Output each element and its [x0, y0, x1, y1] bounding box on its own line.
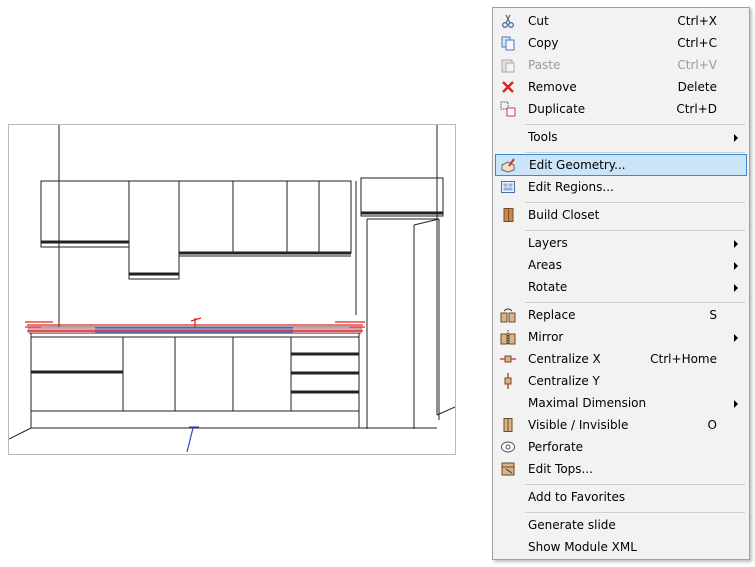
- replace-icon: [500, 308, 516, 323]
- menu-item-generate-slide[interactable]: Generate slide: [495, 514, 747, 536]
- edit-regions-icon: [501, 181, 515, 193]
- menu-item-label: Areas: [528, 258, 562, 272]
- menu-item-tools[interactable]: Tools: [495, 126, 747, 148]
- context-menu: Cut Ctrl+X Copy Ctrl+C Paste Ctrl+V Remo…: [492, 7, 750, 560]
- remove-x-icon: [502, 81, 514, 93]
- menu-item-shortcut: O: [707, 418, 717, 432]
- menu-item-edit-tops[interactable]: Edit Tops...: [495, 458, 747, 480]
- duplicate-icon: [500, 101, 516, 117]
- mirror-icon: [500, 330, 516, 345]
- edit-geometry-icon: [501, 158, 515, 173]
- design-viewport[interactable]: [8, 124, 456, 455]
- menu-item-shortcut: Ctrl+Home: [650, 352, 717, 366]
- menu-item-layers[interactable]: Layers: [495, 232, 747, 254]
- submenu-arrow-icon: [734, 262, 738, 270]
- submenu-arrow-icon: [734, 400, 738, 408]
- menu-separator: [525, 302, 745, 303]
- menu-item-paste: Paste Ctrl+V: [495, 54, 747, 76]
- menu-item-remove[interactable]: Remove Delete: [495, 76, 747, 98]
- menu-item-label: Replace: [528, 308, 576, 322]
- scissors-icon: [502, 14, 514, 28]
- menu-item-show-module-xml[interactable]: Show Module XML: [495, 536, 747, 558]
- menu-item-label: Maximal Dimension: [528, 396, 647, 410]
- menu-item-label: Build Closet: [528, 208, 600, 222]
- menu-item-label: Copy: [528, 36, 559, 50]
- menu-separator: [525, 152, 745, 153]
- menu-item-label: Cut: [528, 14, 549, 28]
- centralize-y-icon: [504, 373, 512, 389]
- build-closet-icon: [503, 208, 514, 222]
- menu-item-label: Add to Favorites: [528, 490, 626, 504]
- menu-item-label: Layers: [528, 236, 568, 250]
- submenu-arrow-icon: [734, 240, 738, 248]
- menu-item-label: Remove: [528, 80, 577, 94]
- menu-item-edit-geometry[interactable]: Edit Geometry...: [495, 154, 747, 176]
- menu-item-shortcut: Delete: [677, 80, 717, 94]
- menu-item-shortcut: Ctrl+C: [677, 36, 717, 50]
- menu-separator: [525, 230, 745, 231]
- menu-item-mirror[interactable]: Mirror: [495, 326, 747, 348]
- menu-item-shortcut: Ctrl+V: [677, 58, 717, 72]
- anchor-marker[interactable]: [186, 426, 199, 453]
- submenu-arrow-icon: [734, 334, 738, 342]
- submenu-arrow-icon: [734, 134, 738, 142]
- menu-item-visible-invisible[interactable]: Visible / Invisible O: [495, 414, 747, 436]
- menu-item-add-to-favorites[interactable]: Add to Favorites: [495, 486, 747, 508]
- menu-item-maximal-dimension[interactable]: Maximal Dimension: [495, 392, 747, 414]
- menu-item-label: Edit Regions...: [528, 180, 614, 194]
- menu-item-label: Tools: [528, 130, 558, 144]
- menu-item-label: Perforate: [528, 440, 584, 454]
- paste-icon: [501, 59, 515, 73]
- menu-item-label: Rotate: [528, 280, 568, 294]
- menu-separator: [525, 124, 745, 125]
- menu-separator: [525, 202, 745, 203]
- menu-item-label: Centralize X: [528, 352, 601, 366]
- menu-item-label: Visible / Invisible: [528, 418, 629, 432]
- visible-icon: [503, 418, 513, 432]
- menu-item-label: Edit Geometry...: [529, 158, 626, 172]
- menu-item-cut[interactable]: Cut Ctrl+X: [495, 10, 747, 32]
- menu-item-perforate[interactable]: Perforate: [495, 436, 747, 458]
- menu-item-label: Show Module XML: [528, 540, 637, 554]
- menu-item-duplicate[interactable]: Duplicate Ctrl+D: [495, 98, 747, 120]
- submenu-arrow-icon: [734, 284, 738, 292]
- menu-item-centralize-x[interactable]: Centralize X Ctrl+Home: [495, 348, 747, 370]
- menu-item-areas[interactable]: Areas: [495, 254, 747, 276]
- menu-item-label: Edit Tops...: [528, 462, 593, 476]
- menu-item-replace[interactable]: Replace S: [495, 304, 747, 326]
- menu-item-centralize-y[interactable]: Centralize Y: [495, 370, 747, 392]
- menu-item-shortcut: Ctrl+X: [677, 14, 717, 28]
- menu-item-copy[interactable]: Copy Ctrl+C: [495, 32, 747, 54]
- perforate-icon: [501, 441, 515, 453]
- menu-item-rotate[interactable]: Rotate: [495, 276, 747, 298]
- menu-item-label: Paste: [528, 58, 561, 72]
- menu-item-label: Centralize Y: [528, 374, 600, 388]
- menu-item-label: Duplicate: [528, 102, 586, 116]
- menu-item-edit-regions[interactable]: Edit Regions...: [495, 176, 747, 198]
- menu-item-shortcut: Ctrl+D: [676, 102, 717, 116]
- menu-item-shortcut: S: [709, 308, 717, 322]
- copy-icon: [501, 36, 515, 51]
- centralize-x-icon: [500, 355, 516, 363]
- menu-separator: [525, 512, 745, 513]
- kitchen-elevation-drawing[interactable]: [9, 125, 455, 454]
- menu-item-label: Generate slide: [528, 518, 616, 532]
- edit-tops-icon: [501, 462, 515, 476]
- menu-item-build-closet[interactable]: Build Closet: [495, 204, 747, 226]
- menu-separator: [525, 484, 745, 485]
- menu-item-label: Mirror: [528, 330, 564, 344]
